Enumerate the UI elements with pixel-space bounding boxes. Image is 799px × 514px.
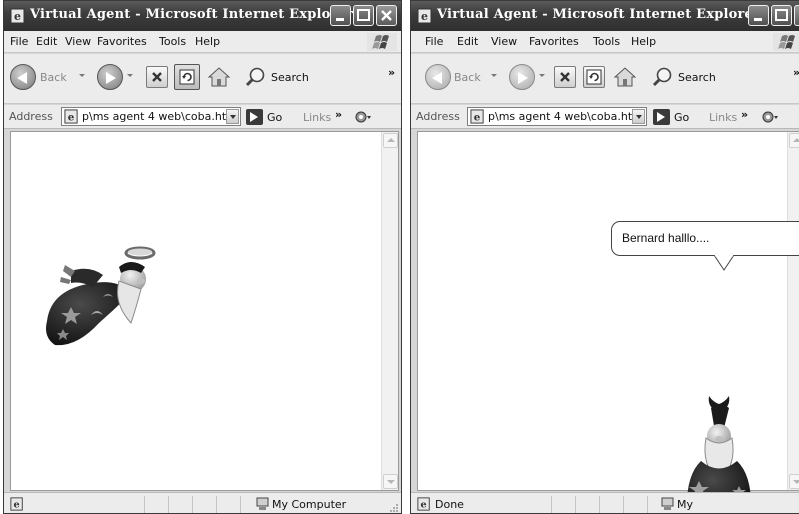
refresh-icon[interactable] (174, 64, 200, 90)
menu-tools[interactable]: Tools (159, 35, 186, 48)
close-icon[interactable] (376, 5, 397, 26)
standard-toolbar: Back Search » (411, 54, 799, 104)
forward-dropdown-icon[interactable] (127, 74, 133, 77)
windows-logo-icon (367, 33, 397, 51)
menu-file[interactable]: File (425, 35, 443, 48)
address-input[interactable]: p\ms agent 4 web\coba.htm (467, 107, 647, 126)
links-chevron-icon[interactable]: » (741, 108, 748, 121)
go-label[interactable]: Go (674, 111, 689, 124)
address-label: Address (9, 110, 53, 123)
address-input[interactable]: p\ms agent 4 web\coba.htm (61, 107, 241, 126)
stop-icon[interactable] (146, 66, 168, 88)
back-label[interactable]: Back (454, 71, 481, 84)
menu-help[interactable]: Help (631, 35, 656, 48)
status-bar: Done My (411, 492, 799, 513)
standard-toolbar: Back Search » (4, 54, 401, 104)
status-text: Done (435, 498, 464, 511)
menu-view[interactable]: View (491, 35, 517, 48)
title-bar[interactable]: Virtual Agent - Microsoft Internet Explo… (411, 1, 799, 31)
home-icon[interactable] (207, 65, 231, 89)
scroll-down-icon[interactable] (789, 474, 799, 489)
address-value: p\ms agent 4 web\coba.htm (82, 110, 237, 123)
links-label[interactable]: Links (303, 111, 331, 124)
menu-favorites[interactable]: Favorites (97, 35, 147, 48)
page-content (10, 131, 399, 491)
menu-tools[interactable]: Tools (593, 35, 620, 48)
agent-standing (686, 396, 752, 513)
links-chevron-icon[interactable]: » (335, 108, 342, 121)
ie-window-2: Virtual Agent - Microsoft Internet Explo… (410, 0, 799, 514)
address-bar: Address p\ms agent 4 web\coba.htm Go Lin… (411, 105, 799, 129)
minimize-icon[interactable] (748, 5, 769, 26)
ie-page-icon (64, 109, 78, 124)
menu-view[interactable]: View (65, 35, 91, 48)
address-dropdown-icon[interactable] (632, 109, 645, 124)
menu-help[interactable]: Help (195, 35, 220, 48)
security-zone: My (677, 498, 694, 511)
back-dropdown-icon[interactable] (79, 74, 85, 77)
ie-page-icon (417, 8, 432, 24)
ie-page-icon (10, 8, 25, 24)
toolbar-chevron-icon[interactable]: » (388, 66, 395, 79)
maximize-icon[interactable] (771, 5, 792, 26)
search-icon[interactable] (244, 65, 268, 89)
go-icon[interactable] (246, 109, 263, 125)
links-label[interactable]: Links (709, 111, 737, 124)
go-label[interactable]: Go (267, 111, 282, 124)
refresh-icon[interactable] (583, 66, 605, 88)
address-value: p\ms agent 4 web\coba.htm (488, 110, 643, 123)
maximize-icon[interactable] (353, 5, 374, 26)
menu-favorites[interactable]: Favorites (529, 35, 579, 48)
address-bar: Address p\ms agent 4 web\coba.htm Go Lin… (4, 105, 401, 129)
stop-icon[interactable] (554, 66, 576, 88)
address-dropdown-icon[interactable] (226, 109, 239, 124)
ie-page-icon (10, 497, 23, 511)
tools-icon[interactable] (354, 109, 372, 125)
security-zone: My Computer (272, 498, 347, 511)
status-bar: My Computer (4, 492, 401, 513)
menu-edit[interactable]: Edit (457, 35, 478, 48)
my-computer-icon (661, 497, 674, 510)
window-title: Virtual Agent - Microsoft Internet Explo… (30, 7, 354, 22)
address-label: Address (416, 110, 460, 123)
speech-balloon: Bernard halllo.... (611, 221, 799, 256)
windows-logo-icon (773, 33, 799, 51)
balloon-tail (713, 255, 735, 271)
back-label[interactable]: Back (40, 71, 67, 84)
balloon-text: Bernard halllo.... (622, 231, 710, 245)
scroll-up-icon[interactable] (789, 133, 799, 148)
search-label[interactable]: Search (271, 71, 309, 84)
back-icon[interactable] (425, 64, 451, 90)
title-bar[interactable]: Virtual Agent - Microsoft Internet Explo… (4, 1, 401, 31)
agent-flying (46, 246, 156, 346)
toolbar-chevron-icon[interactable]: » (793, 66, 799, 79)
back-dropdown-icon[interactable] (491, 74, 497, 77)
ie-window-1: Virtual Agent - Microsoft Internet Explo… (3, 0, 402, 514)
minimize-icon[interactable] (330, 5, 351, 26)
ie-page-icon (417, 497, 430, 511)
close-icon[interactable] (794, 5, 799, 26)
scroll-down-icon[interactable] (383, 474, 398, 489)
menu-bar: File Edit View Favorites Tools Help (4, 31, 401, 53)
search-icon[interactable] (651, 65, 675, 89)
forward-icon[interactable] (509, 64, 535, 90)
menu-edit[interactable]: Edit (36, 35, 57, 48)
menu-file[interactable]: File (10, 35, 28, 48)
back-icon[interactable] (10, 64, 36, 90)
forward-icon[interactable] (97, 64, 123, 90)
tools-icon[interactable] (761, 109, 779, 125)
forward-dropdown-icon[interactable] (539, 74, 545, 77)
menu-bar: File Edit View Favorites Tools Help (411, 31, 799, 53)
vertical-scrollbar[interactable] (381, 132, 398, 490)
scroll-up-icon[interactable] (383, 133, 398, 148)
vertical-scrollbar[interactable] (787, 132, 799, 490)
window-title: Virtual Agent - Microsoft Internet Explo… (437, 7, 761, 22)
my-computer-icon (256, 497, 269, 510)
ie-page-icon (470, 109, 484, 124)
home-icon[interactable] (613, 65, 637, 89)
go-icon[interactable] (653, 109, 670, 125)
search-label[interactable]: Search (678, 71, 716, 84)
resize-grip-icon[interactable] (389, 503, 399, 513)
